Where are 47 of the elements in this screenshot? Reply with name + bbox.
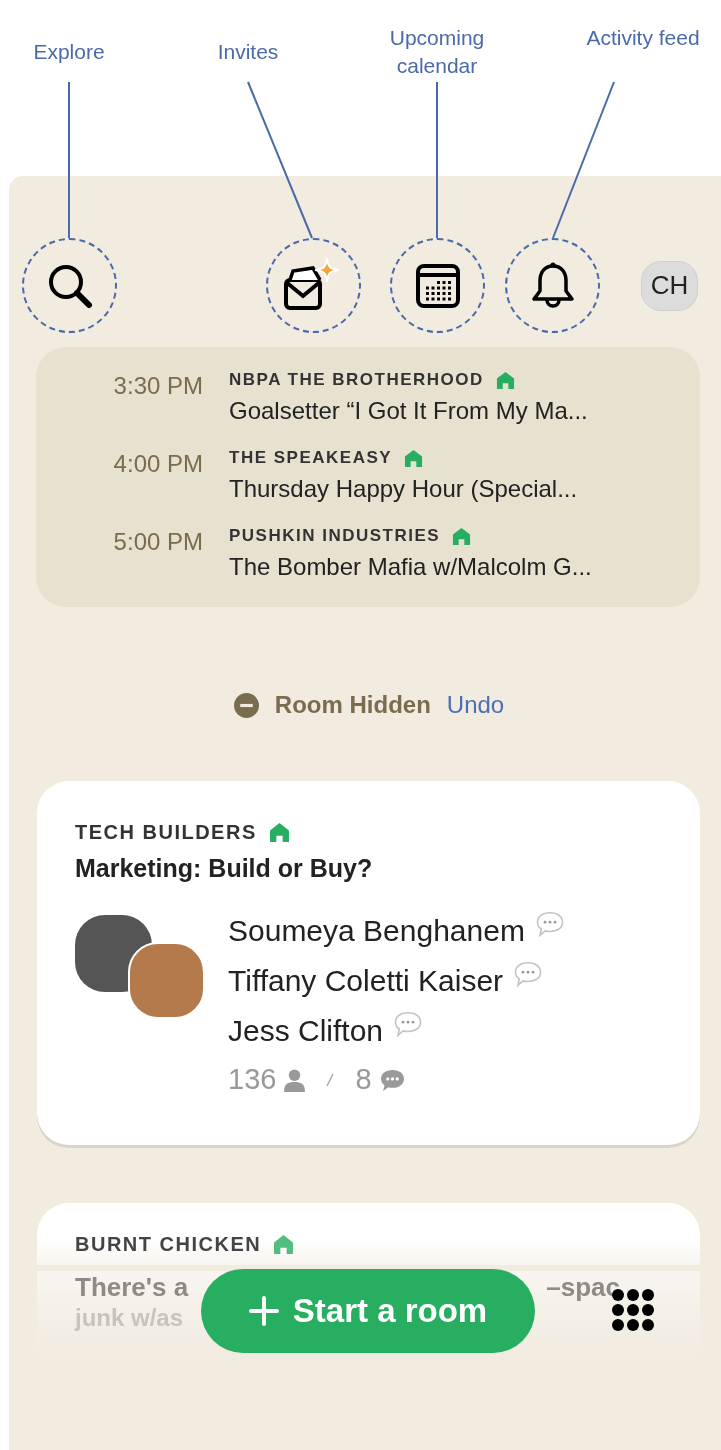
upcoming-events-card[interactable]: 3:30 PM NBPA THE BROTHERHOOD Goalsetter “I Got It From My Ma... 4:00 PM THE SPEAKEASY Thursday Happy Hour (Special... 5:00 PM PUSHKIN INDUSTRIES The Bomber Mafia w/Malcolm G... [36, 347, 700, 607]
house-icon [273, 1233, 295, 1255]
listener-count: 136 [228, 1062, 277, 1098]
profile-avatar[interactable]: CH [641, 260, 698, 311]
room-card[interactable]: TECH BUILDERS Marketing: Build or Buy? Soumeya Benghanem Tiffany Coletti Kaiser Jess Clifton 136 8 [37, 781, 700, 1145]
annotation-label: Upcoming calendar [388, 25, 486, 79]
annotation-label: Invites [216, 39, 280, 65]
event-title: The Bomber Mafia w/Malcolm G... [229, 552, 592, 582]
minus-circle-icon [233, 692, 259, 718]
club-name: PUSHKIN INDUSTRIES [229, 525, 441, 547]
event-time: 4:00 PM [112, 449, 203, 479]
house-icon [404, 448, 424, 468]
chat-bubble-icon [513, 960, 544, 988]
event-title: Thursday Happy Hour (Special... [229, 474, 578, 504]
event-time: 3:30 PM [112, 371, 203, 401]
room-title: There's a [75, 1271, 189, 1303]
club-name: THE SPEAKEASY [229, 447, 393, 469]
annotation-label: Activity feed [585, 25, 701, 51]
speaker-name: Soumeya Benghanem [228, 912, 525, 949]
person-icon [284, 1068, 306, 1092]
chat-bubble-icon [393, 1010, 424, 1038]
search-button[interactable] [22, 238, 117, 333]
notifications-button[interactable] [505, 238, 600, 333]
annotation-label: Explore [32, 39, 106, 65]
calendar-icon [413, 261, 462, 310]
club-name: TECH BUILDERS [75, 820, 257, 845]
house-icon [268, 821, 290, 843]
room-title: Marketing: Build or Buy? [75, 853, 374, 884]
house-icon [495, 370, 515, 390]
room-title: –spac [546, 1271, 620, 1303]
hidden-notice: Room Hidden [274, 690, 431, 720]
chat-bubble-icon [534, 910, 565, 938]
speaker-name: Tiffany Coletti Kaiser [228, 962, 504, 999]
speaker-count: 8 [355, 1062, 372, 1098]
club-name: NBPA THE BROTHERHOOD [229, 369, 484, 391]
chat-icon [379, 1068, 405, 1092]
event-time: 5:00 PM [112, 527, 203, 557]
house-icon [452, 526, 472, 546]
undo-link[interactable]: Undo [446, 687, 505, 723]
event-title: Goalsetter “I Got It From My Ma... [229, 396, 588, 426]
envelope-sparkle-button[interactable] [266, 238, 361, 333]
speaker-name: Jess Clifton [228, 1012, 384, 1049]
calendar-button[interactable] [390, 238, 485, 333]
room-card[interactable]: BURNT CHICKEN [37, 1203, 700, 1265]
plus-icon [248, 1296, 279, 1326]
club-name: BURNT CHICKEN [75, 1232, 262, 1257]
separator-icon [325, 1072, 336, 1088]
